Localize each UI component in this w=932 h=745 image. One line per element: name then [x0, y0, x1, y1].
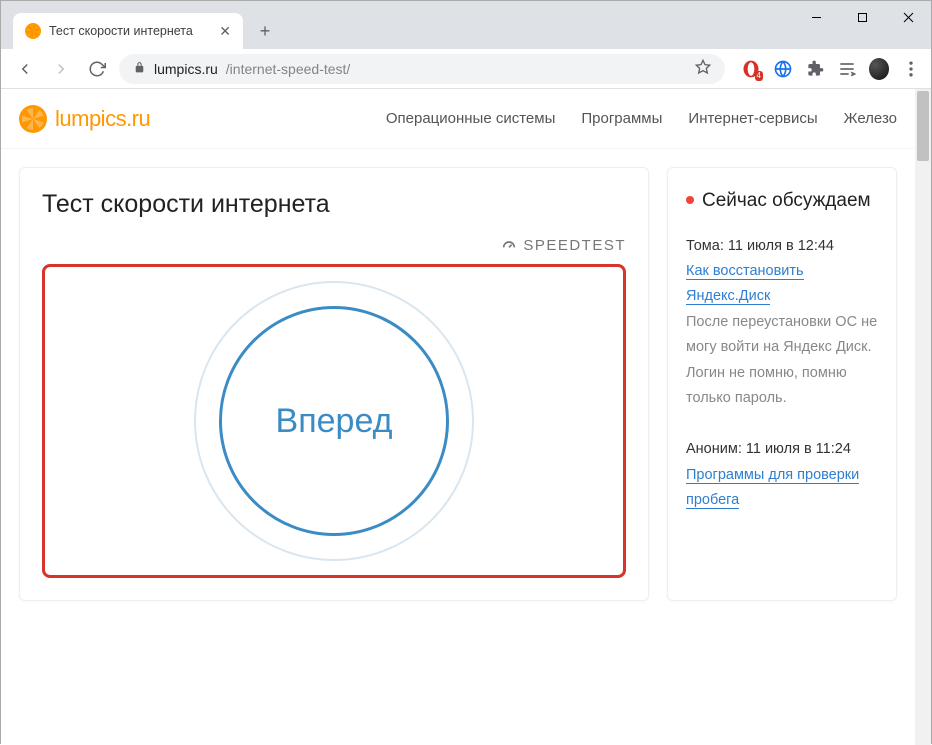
extension-badge: 4	[755, 71, 763, 81]
address-bar: lumpics.ru/internet-speed-test/ 4	[1, 49, 931, 89]
speedtest-go-button[interactable]: Вперед	[194, 281, 474, 561]
page-title: Тест скорости интернета	[42, 190, 626, 219]
main-nav: Операционные системы Программы Интернет-…	[386, 110, 897, 127]
avatar-icon	[869, 58, 889, 80]
comment-link[interactable]: Как восстановить Яндекс.Диск	[686, 263, 804, 305]
extension-opera-icon[interactable]: 4	[741, 59, 761, 79]
close-tab-icon[interactable]: ✕	[219, 23, 231, 40]
comment-meta: Тома: 11 июля в 12:44	[686, 234, 878, 259]
nav-link-hardware[interactable]: Железо	[844, 110, 897, 127]
back-button[interactable]	[11, 55, 39, 83]
speedtest-brand-text: SPEEDTEST	[523, 237, 626, 254]
scrollbar-thumb[interactable]	[917, 91, 929, 161]
go-circle-inner: Вперед	[219, 306, 449, 536]
lock-icon	[133, 61, 146, 77]
extension-globe-icon[interactable]	[773, 59, 793, 79]
minimize-button[interactable]	[793, 1, 839, 33]
menu-button[interactable]	[901, 59, 921, 79]
sidebar-title-text: Сейчас обсуждаем	[702, 188, 871, 214]
profile-avatar[interactable]	[869, 59, 889, 79]
nav-link-os[interactable]: Операционные системы	[386, 110, 556, 127]
new-tab-button[interactable]: +	[251, 17, 279, 45]
window-titlebar: Тест скорости интернета ✕ +	[1, 1, 931, 49]
comment-meta: Аноним: 11 июля в 11:24	[686, 437, 878, 462]
forward-button[interactable]	[47, 55, 75, 83]
red-dot-icon	[686, 196, 694, 204]
sidebar-title: Сейчас обсуждаем	[686, 188, 878, 214]
close-window-button[interactable]	[885, 1, 931, 33]
gauge-icon	[501, 238, 517, 254]
page-viewport: lumpics.ru Операционные системы Программ…	[1, 89, 931, 745]
go-button-label: Вперед	[276, 402, 393, 441]
nav-link-programs[interactable]: Программы	[581, 110, 662, 127]
url-host: lumpics.ru	[154, 61, 218, 77]
bookmark-star-icon[interactable]	[695, 59, 711, 78]
tab-title: Тест скорости интернета	[49, 24, 211, 38]
highlight-annotation: Вперед	[42, 264, 626, 578]
nav-link-services[interactable]: Интернет-сервисы	[688, 110, 817, 127]
window-controls	[793, 1, 931, 33]
comment-link[interactable]: Программы для проверки пробега	[686, 467, 859, 509]
url-path: /internet-speed-test/	[226, 61, 351, 77]
favicon-icon	[25, 23, 41, 39]
main-panel: Тест скорости интернета SPEEDTEST Вперед	[19, 167, 649, 601]
reload-button[interactable]	[83, 55, 111, 83]
extension-icons: 4	[733, 59, 921, 79]
comment-text: После переустановки ОС не могу войти на …	[686, 310, 878, 412]
comment-item: Аноним: 11 июля в 11:24 Программы для пр…	[686, 437, 878, 513]
sidebar-panel: Сейчас обсуждаем Тома: 11 июля в 12:44 К…	[667, 167, 897, 601]
comment-item: Тома: 11 июля в 12:44 Как восстановить Я…	[686, 234, 878, 412]
extensions-puzzle-icon[interactable]	[805, 59, 825, 79]
logo-orange-icon	[19, 105, 47, 133]
maximize-button[interactable]	[839, 1, 885, 33]
url-field[interactable]: lumpics.ru/internet-speed-test/	[119, 54, 725, 84]
site-logo[interactable]: lumpics.ru	[19, 105, 150, 133]
browser-tab[interactable]: Тест скорости интернета ✕	[13, 13, 243, 49]
reading-list-icon[interactable]	[837, 59, 857, 79]
speedtest-brand: SPEEDTEST	[42, 237, 626, 254]
scrollbar-track[interactable]	[915, 89, 931, 745]
site-header: lumpics.ru Операционные системы Программ…	[1, 89, 915, 149]
content-row: Тест скорости интернета SPEEDTEST Вперед…	[1, 149, 915, 619]
logo-text: lumpics.ru	[55, 106, 150, 132]
